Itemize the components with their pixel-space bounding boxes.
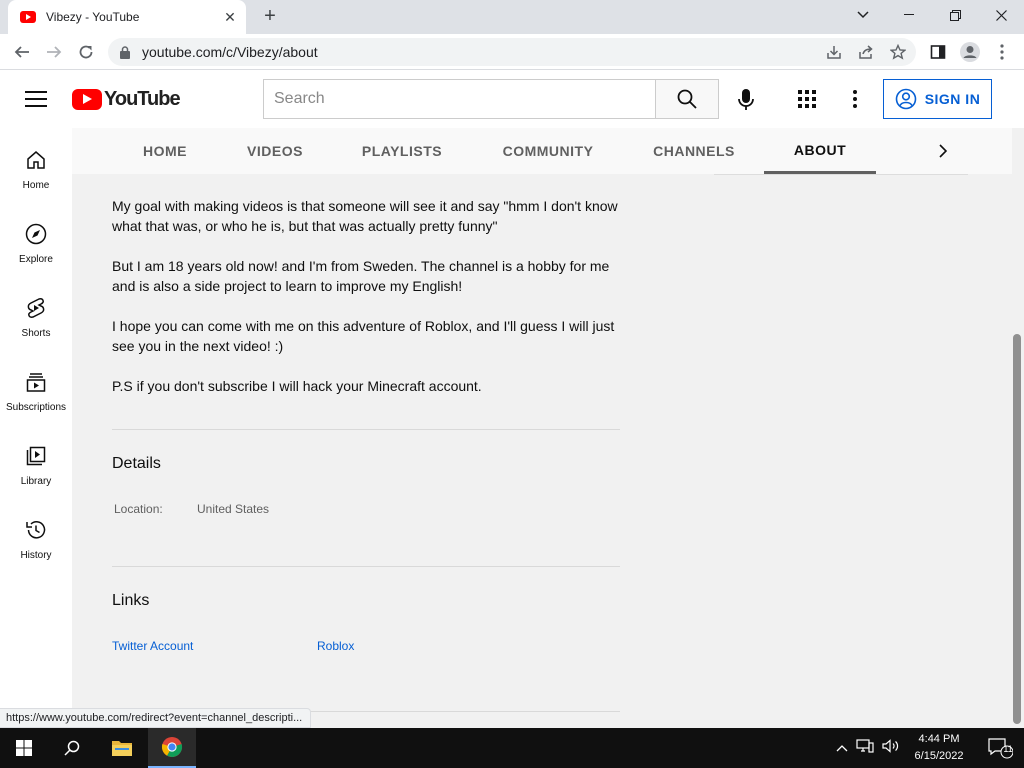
notification-count: 11 xyxy=(1003,744,1013,754)
microphone-icon[interactable] xyxy=(733,87,759,113)
library-icon xyxy=(24,444,48,468)
section-divider xyxy=(112,429,620,430)
youtube-favicon-icon xyxy=(20,11,36,23)
history-icon xyxy=(24,518,48,542)
browser-toolbar: youtube.com/c/Vibezy/about xyxy=(0,34,1024,70)
share-icon[interactable] xyxy=(854,40,878,64)
search-icon xyxy=(677,89,697,109)
taskbar-search-icon[interactable] xyxy=(48,728,96,768)
tab-title: Vibezy - YouTube xyxy=(46,10,140,24)
tab-community[interactable]: COMMUNITY xyxy=(486,128,610,174)
tabs-next-chevron-icon[interactable] xyxy=(928,136,958,166)
search-input[interactable] xyxy=(263,79,656,119)
restore-button[interactable] xyxy=(932,0,978,30)
profile-avatar-icon[interactable] xyxy=(958,40,982,64)
notifications-icon[interactable]: 11 xyxy=(976,728,1024,768)
shorts-icon xyxy=(24,296,48,320)
hamburger-menu-icon[interactable] xyxy=(24,88,48,112)
left-guide: Home Explore Shorts Subscriptions Librar… xyxy=(0,128,72,728)
url-text: youtube.com/c/Vibezy/about xyxy=(142,44,318,60)
settings-more-icon[interactable] xyxy=(843,87,867,111)
scrollbar-thumb[interactable] xyxy=(1013,334,1021,724)
youtube-logo[interactable]: YouTube xyxy=(72,88,181,111)
clock-time: 4:44 PM xyxy=(918,733,960,745)
guide-item-home[interactable]: Home xyxy=(0,128,72,202)
tab-about[interactable]: ABOUT xyxy=(764,128,876,174)
forward-arrow-icon[interactable] xyxy=(42,40,66,64)
minimize-button[interactable] xyxy=(886,0,932,30)
subscriptions-icon xyxy=(24,370,48,394)
windows-taskbar: 4:44 PM 6/15/2022 11 xyxy=(0,728,1024,768)
clock-date: 6/15/2022 xyxy=(914,750,964,762)
volume-icon[interactable] xyxy=(882,738,900,758)
guide-item-shorts[interactable]: Shorts xyxy=(0,276,72,350)
channel-description: My goal with making videos is that someo… xyxy=(112,196,620,416)
link-twitter[interactable]: Twitter Account xyxy=(112,639,193,653)
side-panel-icon[interactable] xyxy=(926,40,950,64)
location-label: Location: xyxy=(114,502,163,516)
bookmark-star-icon[interactable] xyxy=(886,40,910,64)
browser-tab-strip: Vibezy - YouTube ✕ + xyxy=(0,0,1024,34)
details-heading: Details xyxy=(112,455,161,472)
sign-in-button[interactable]: SIGN IN xyxy=(883,79,992,119)
search-button[interactable] xyxy=(655,79,719,119)
guide-label: History xyxy=(20,550,52,561)
account-circle-icon xyxy=(895,88,916,110)
tab-videos[interactable]: VIDEOS xyxy=(232,128,318,174)
install-app-icon[interactable] xyxy=(822,40,846,64)
channel-tabs: HOME VIDEOS PLAYLISTS COMMUNITY CHANNELS… xyxy=(72,128,1012,174)
windows-start-icon[interactable] xyxy=(0,728,48,768)
browser-menu-icon[interactable] xyxy=(990,40,1014,64)
guide-item-subscriptions[interactable]: Subscriptions xyxy=(0,350,72,424)
sign-in-label: SIGN IN xyxy=(924,91,981,107)
lock-icon xyxy=(120,45,132,59)
links-heading: Links xyxy=(112,592,150,609)
compass-icon xyxy=(24,222,48,246)
taskbar-clock[interactable]: 4:44 PM 6/15/2022 xyxy=(908,731,970,765)
network-icon[interactable] xyxy=(856,738,874,758)
close-window-button[interactable] xyxy=(978,0,1024,30)
guide-item-library[interactable]: Library xyxy=(0,424,72,498)
guide-label: Explore xyxy=(19,254,53,265)
guide-label: Subscriptions xyxy=(5,402,67,413)
logo-text: YouTube xyxy=(104,88,181,110)
youtube-header: YouTube SIGN IN xyxy=(0,70,1024,128)
file-explorer-icon[interactable] xyxy=(98,728,146,768)
system-tray xyxy=(836,728,900,768)
tray-chevron-up-icon[interactable] xyxy=(836,739,848,757)
home-icon xyxy=(24,148,48,172)
tab-close-icon[interactable]: ✕ xyxy=(222,9,238,25)
back-arrow-icon[interactable] xyxy=(10,40,34,64)
guide-label: Home xyxy=(22,180,50,191)
apps-grid-icon[interactable] xyxy=(795,87,819,111)
youtube-play-icon xyxy=(72,89,102,110)
description-paragraph: I hope you can come with me on this adve… xyxy=(112,318,615,354)
sidebar-divider xyxy=(714,174,968,175)
description-paragraph: But I am 18 years old now! and I'm from … xyxy=(112,258,610,294)
new-tab-button[interactable]: + xyxy=(258,6,282,28)
tab-playlists[interactable]: PLAYLISTS xyxy=(348,128,456,174)
chrome-taskbar-icon[interactable] xyxy=(148,728,196,768)
guide-label: Shorts xyxy=(21,328,51,339)
location-value: United States xyxy=(197,502,270,516)
tab-search-chevron-icon[interactable] xyxy=(840,0,886,30)
guide-item-history[interactable]: History xyxy=(0,498,72,572)
tab-channels[interactable]: CHANNELS xyxy=(640,128,748,174)
browser-tab[interactable]: Vibezy - YouTube ✕ xyxy=(8,0,246,34)
guide-item-explore[interactable]: Explore xyxy=(0,202,72,276)
link-status-bubble: https://www.youtube.com/redirect?event=c… xyxy=(0,708,312,728)
section-divider xyxy=(112,566,620,567)
link-roblox[interactable]: Roblox xyxy=(317,639,354,653)
guide-label: Library xyxy=(20,476,52,487)
address-bar[interactable]: youtube.com/c/Vibezy/about xyxy=(108,38,916,66)
reload-icon[interactable] xyxy=(74,40,98,64)
description-paragraph: P.S if you don't subscribe I will hack y… xyxy=(112,378,482,394)
description-paragraph: My goal with making videos is that someo… xyxy=(112,198,618,234)
tab-home[interactable]: HOME xyxy=(128,128,202,174)
